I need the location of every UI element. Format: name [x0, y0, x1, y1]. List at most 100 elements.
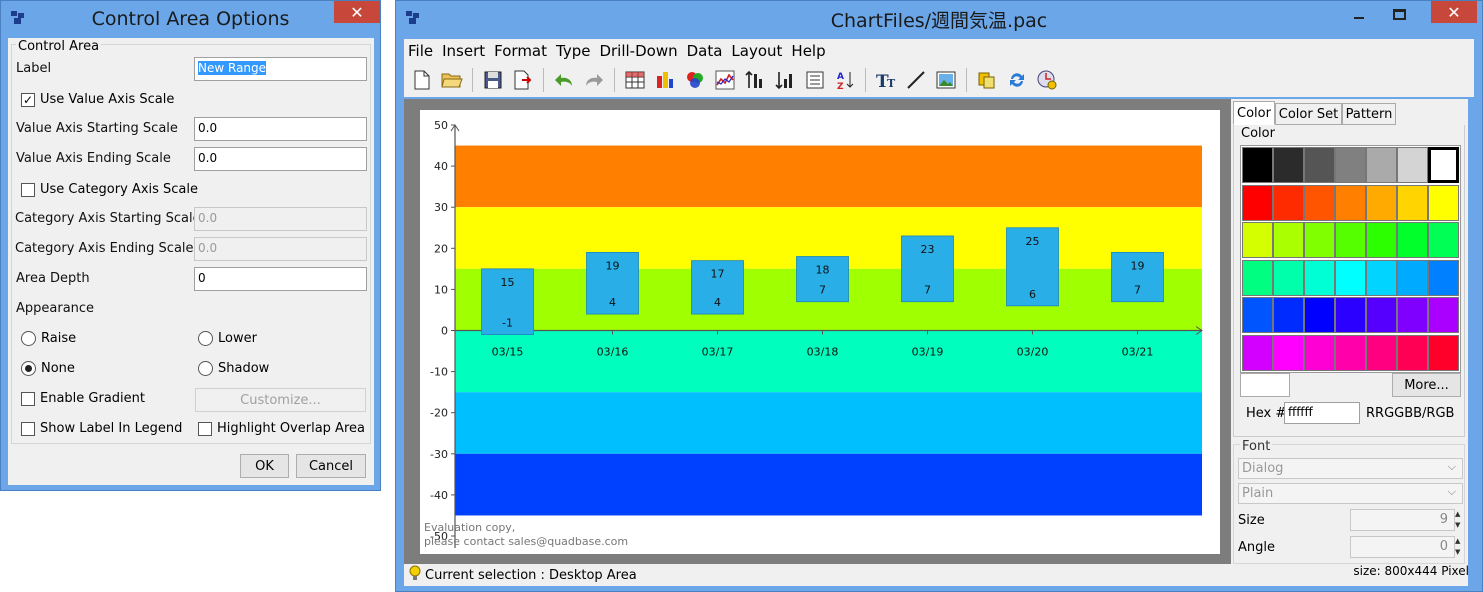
- main-close-button[interactable]: ✕: [1431, 1, 1477, 23]
- list-icon[interactable]: [803, 68, 827, 92]
- color-swatch[interactable]: [1335, 259, 1366, 296]
- use-category-axis-checkbox[interactable]: Use Category Axis Scale: [21, 182, 198, 197]
- color-swatch[interactable]: [1242, 184, 1273, 221]
- color-swatch[interactable]: [1428, 222, 1459, 258]
- chart-canvas-area[interactable]: 50 40 30 20 10 0 -10 -20 -30 -40 -50 03/15 03/16 03/1…: [404, 99, 1231, 564]
- tab-pattern[interactable]: Pattern: [1342, 103, 1396, 125]
- color-swatch[interactable]: [1335, 184, 1366, 221]
- color-swatch[interactable]: [1304, 147, 1335, 183]
- font-size-spinner[interactable]: 9: [1350, 509, 1455, 531]
- color-swatch[interactable]: [1273, 259, 1304, 296]
- tab-color-set[interactable]: Color Set: [1275, 103, 1342, 125]
- hex-input[interactable]: ffffff: [1284, 402, 1360, 424]
- depth-input[interactable]: 0: [194, 267, 367, 291]
- color-swatch[interactable]: [1397, 222, 1428, 258]
- color-swatch[interactable]: [1335, 297, 1366, 333]
- redo-icon[interactable]: [582, 68, 606, 92]
- cancel-button[interactable]: Cancel: [296, 454, 366, 478]
- color-swatch[interactable]: [1304, 184, 1335, 221]
- save-icon[interactable]: [481, 68, 505, 92]
- menu-help[interactable]: Help: [787, 42, 830, 60]
- color-swatch[interactable]: [1304, 297, 1335, 333]
- maximize-button[interactable]: [1386, 5, 1412, 23]
- export-icon[interactable]: [511, 68, 535, 92]
- color-palette-icon[interactable]: [683, 68, 707, 92]
- color-swatch[interactable]: [1273, 297, 1304, 333]
- color-swatch[interactable]: [1397, 297, 1428, 333]
- shadow-radio[interactable]: Shadow: [198, 361, 269, 376]
- undo-icon[interactable]: [552, 68, 576, 92]
- more-colors-button[interactable]: More...: [1392, 373, 1461, 397]
- value-end-input[interactable]: 0.0: [194, 147, 367, 171]
- color-swatch[interactable]: [1304, 259, 1335, 296]
- menu-drill-down[interactable]: Drill-Down: [595, 42, 682, 60]
- main-titlebar[interactable]: ChartFiles/週間気温.pac: [396, 1, 1482, 37]
- color-swatch[interactable]: [1242, 222, 1273, 258]
- ok-button[interactable]: OK: [240, 454, 289, 478]
- color-swatch[interactable]: [1335, 147, 1366, 183]
- color-swatch[interactable]: [1273, 184, 1304, 221]
- color-swatch[interactable]: [1397, 147, 1428, 183]
- dialog-close-button[interactable]: ✕: [334, 1, 380, 23]
- color-swatch[interactable]: [1335, 222, 1366, 258]
- color-swatch[interactable]: [1242, 259, 1273, 296]
- color-swatch[interactable]: [1428, 297, 1459, 333]
- raise-radio[interactable]: Raise: [21, 331, 76, 346]
- menu-layout[interactable]: Layout: [727, 42, 787, 60]
- color-swatch[interactable]: [1366, 222, 1397, 258]
- value-start-input[interactable]: 0.0: [194, 117, 367, 141]
- color-swatch[interactable]: [1242, 334, 1273, 371]
- menu-insert[interactable]: Insert: [438, 42, 490, 60]
- color-swatch[interactable]: [1366, 147, 1397, 183]
- open-folder-icon[interactable]: [440, 68, 464, 92]
- angle-spinner[interactable]: 0: [1350, 536, 1455, 558]
- lower-radio[interactable]: Lower: [198, 331, 257, 346]
- menu-file[interactable]: File: [404, 42, 438, 60]
- customize-button[interactable]: Customize...: [195, 388, 366, 412]
- cat-start-input[interactable]: 0.0: [194, 207, 367, 231]
- color-swatch[interactable]: [1273, 147, 1304, 183]
- chart-type-icon[interactable]: [653, 68, 677, 92]
- sort-az-icon[interactable]: AZ: [833, 68, 857, 92]
- temperature-chart[interactable]: 50403020100-10-20-30-40-5003/15 03/16 03/1…: [420, 110, 1220, 554]
- color-swatch[interactable]: [1335, 334, 1366, 371]
- show-label-legend-checkbox[interactable]: Show Label In Legend: [21, 421, 182, 436]
- color-swatch[interactable]: [1428, 334, 1459, 371]
- color-swatch[interactable]: [1397, 184, 1428, 221]
- use-value-axis-checkbox[interactable]: ✓ Use Value Axis Scale: [21, 92, 174, 107]
- database-icon[interactable]: [975, 68, 999, 92]
- minimize-button[interactable]: [1346, 5, 1372, 23]
- color-swatch[interactable]: [1397, 334, 1428, 371]
- enable-gradient-checkbox[interactable]: Enable Gradient: [21, 391, 145, 406]
- color-swatch[interactable]: [1242, 297, 1273, 333]
- color-swatch[interactable]: [1273, 222, 1304, 258]
- text-format-icon[interactable]: TT: [874, 68, 898, 92]
- color-swatch[interactable]: [1428, 147, 1459, 183]
- sort-desc-icon[interactable]: [773, 68, 797, 92]
- cat-end-input[interactable]: 0.0: [194, 237, 367, 261]
- color-swatch[interactable]: [1428, 184, 1459, 221]
- refresh-icon[interactable]: [1005, 68, 1029, 92]
- font-name-select[interactable]: Dialog ⌵: [1238, 458, 1463, 479]
- menu-data[interactable]: Data: [683, 42, 728, 60]
- menu-type[interactable]: Type: [552, 42, 595, 60]
- color-swatch[interactable]: [1366, 334, 1397, 371]
- tab-color[interactable]: Color: [1233, 101, 1275, 125]
- spinner-arrows-icon[interactable]: ▲ ▼: [1455, 509, 1464, 531]
- sort-bars-icon[interactable]: [743, 68, 767, 92]
- dialog-titlebar[interactable]: Control Area Options: [1, 1, 380, 37]
- menu-format[interactable]: Format: [490, 42, 552, 60]
- spinner-arrows-icon[interactable]: ▲ ▼: [1455, 536, 1464, 558]
- color-swatch[interactable]: [1366, 184, 1397, 221]
- new-file-icon[interactable]: [410, 68, 434, 92]
- preview-icon[interactable]: [1035, 68, 1059, 92]
- line-chart-icon[interactable]: [713, 68, 737, 92]
- color-swatch[interactable]: [1397, 259, 1428, 296]
- font-style-select[interactable]: Plain ⌵: [1238, 483, 1463, 504]
- color-swatch[interactable]: [1304, 222, 1335, 258]
- color-swatch[interactable]: [1273, 334, 1304, 371]
- draw-line-icon[interactable]: [904, 68, 928, 92]
- label-input[interactable]: New Range: [194, 57, 367, 81]
- color-swatch[interactable]: [1428, 259, 1459, 296]
- chart-desktop[interactable]: 50 40 30 20 10 0 -10 -20 -30 -40 -50 03/15 03/16 03/1…: [420, 110, 1220, 554]
